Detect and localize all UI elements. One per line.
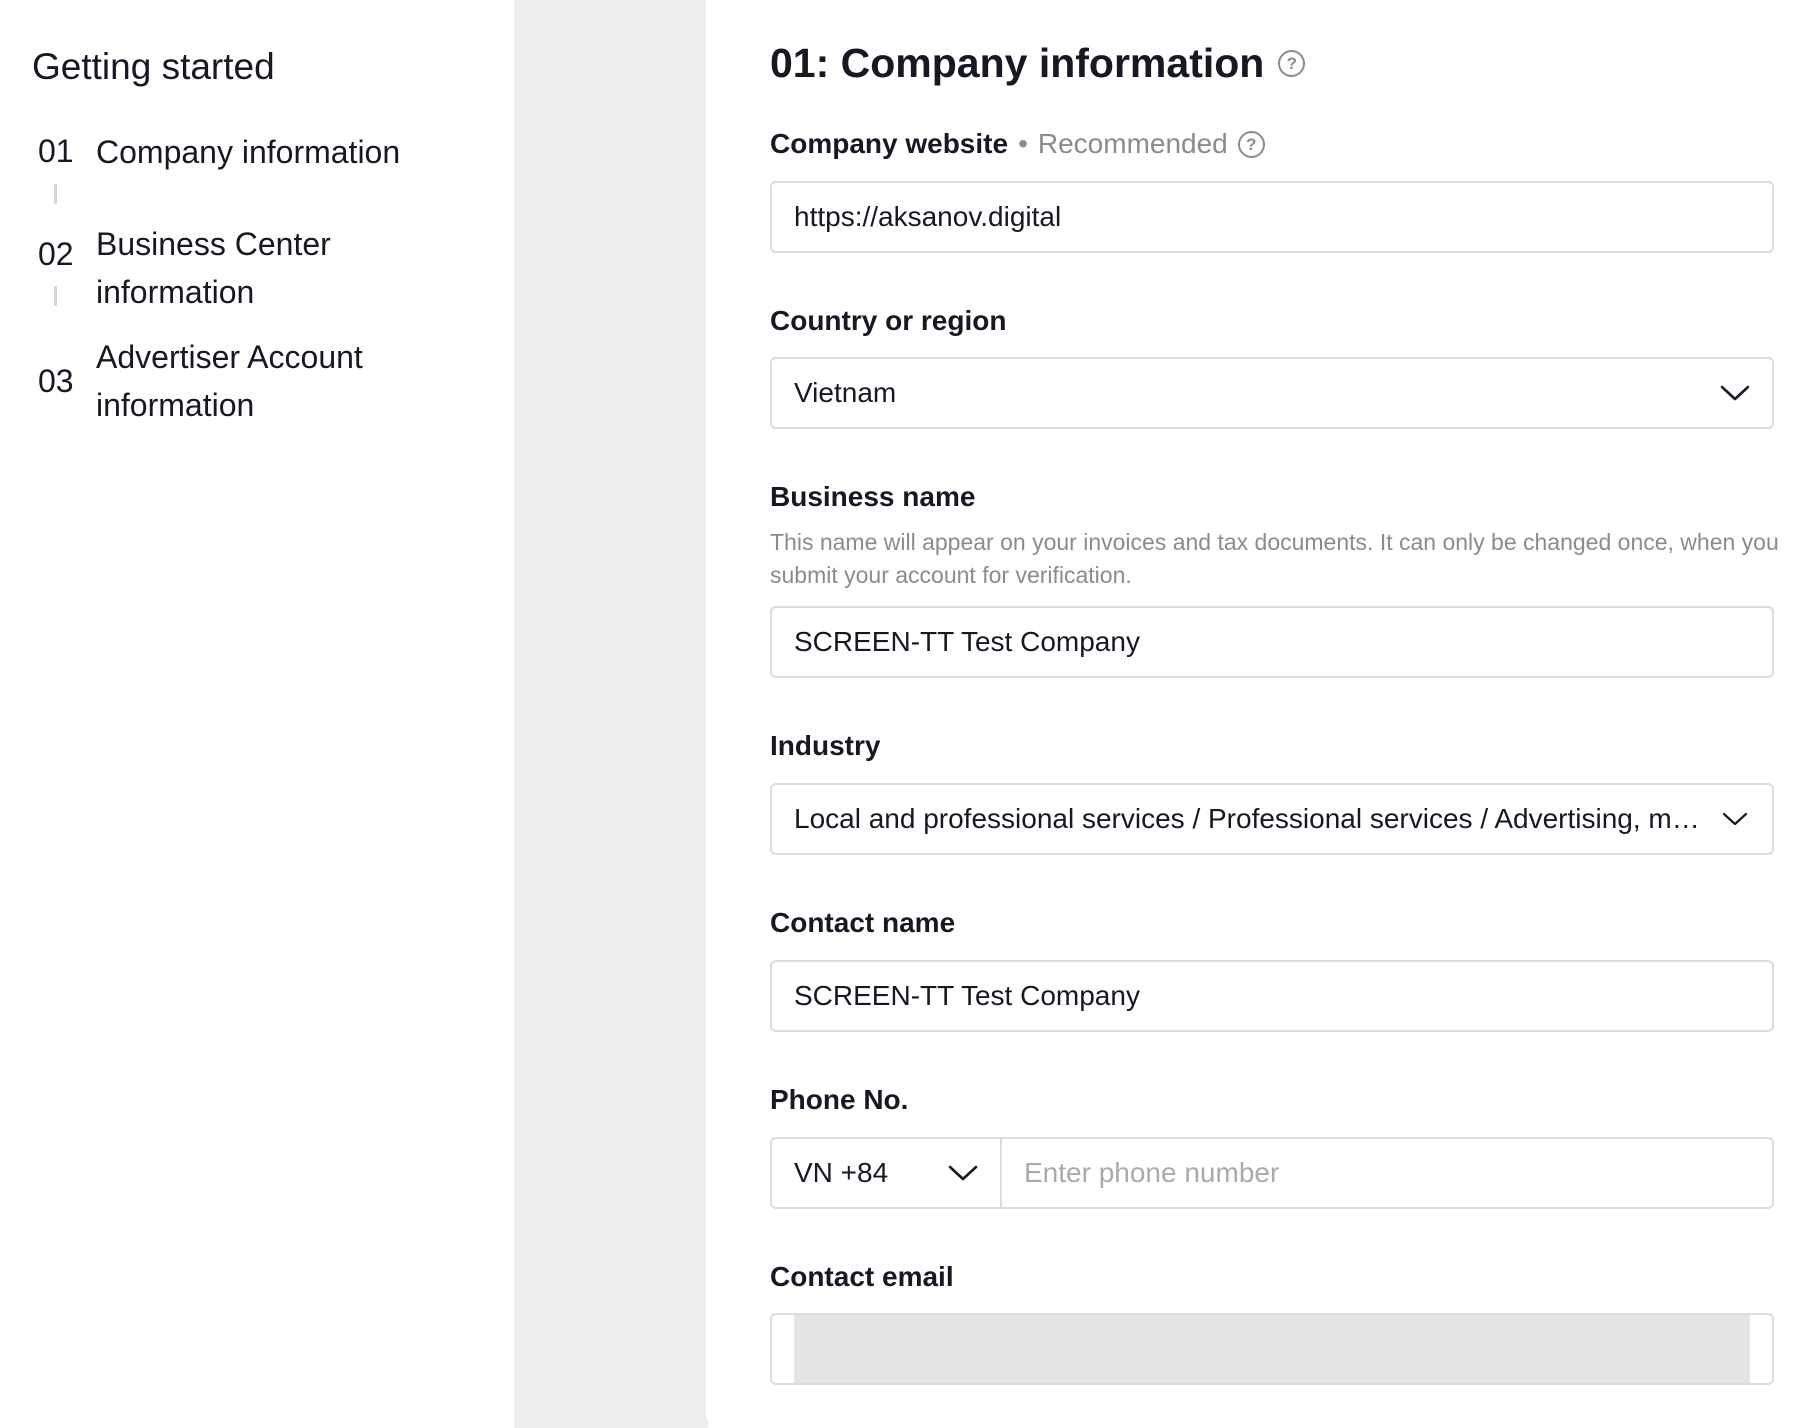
sidebar-title: Getting started [32, 46, 275, 87]
company-information-form: 01: Company information ? Company websit… [706, 0, 1820, 1428]
country-code-value: VN +84 [794, 1157, 889, 1188]
contact-email-label-text: Contact email [770, 1261, 954, 1292]
step-number: 01 [38, 133, 74, 169]
recommended-tag: Recommended [1037, 128, 1228, 159]
step-label: Advertiser Account information [96, 339, 363, 423]
page-title-text: 01: Company information [770, 40, 1265, 86]
contact-name-label-text: Contact name [770, 907, 956, 938]
phone-number-input[interactable] [1002, 1139, 1772, 1207]
business-name-input[interactable]: SCREEN-TT Test Company [770, 606, 1774, 678]
contact-name-label: Contact name [770, 907, 955, 939]
step-connector [54, 286, 57, 306]
step-connector [54, 184, 57, 204]
phone-field: VN +84 [770, 1137, 1774, 1209]
company-website-value: https://aksanov.digital [794, 201, 1062, 232]
industry-label-text: Industry [770, 730, 881, 761]
contact-name-value: SCREEN-TT Test Company [794, 980, 1140, 1011]
step-label: Business Center information [96, 226, 331, 310]
company-website-label: Company website • Recommended ? [770, 128, 1265, 160]
business-name-label-text: Business name [770, 481, 976, 512]
step-number: 03 [38, 363, 74, 399]
page: Getting started 01 Company information 0… [0, 0, 1820, 1428]
contact-name-input[interactable]: SCREEN-TT Test Company [770, 960, 1774, 1032]
step-number: 02 [38, 236, 74, 272]
country-select[interactable]: Vietnam [770, 357, 1774, 429]
sidebar: Getting started 01 Company information 0… [0, 0, 514, 1428]
company-website-label-text: Company website [770, 128, 1009, 159]
industry-label: Industry [770, 730, 880, 762]
contact-email-input[interactable] [770, 1313, 1774, 1385]
company-website-input[interactable]: https://aksanov.digital [770, 181, 1774, 253]
industry-value: Local and professional services / Profes… [794, 803, 1702, 834]
help-circle-icon[interactable]: ? [1278, 50, 1306, 77]
country-label-text: Country or region [770, 305, 1007, 336]
business-name-label: Business name [770, 481, 975, 513]
phone-label-text: Phone No. [770, 1084, 909, 1115]
step-label: Company information [96, 134, 401, 170]
chevron-down-icon [948, 1165, 978, 1181]
country-value: Vietnam [794, 377, 897, 408]
chevron-down-icon [1720, 385, 1750, 401]
business-name-help: This name will appear on your invoices a… [770, 529, 1779, 588]
country-label: Country or region [770, 305, 1006, 337]
industry-select[interactable]: Local and professional services / Profes… [770, 783, 1774, 855]
contact-email-label: Contact email [770, 1261, 954, 1293]
business-name-value: SCREEN-TT Test Company [794, 626, 1140, 657]
background-gutter [514, 0, 708, 1428]
country-code-select[interactable]: VN +84 [772, 1139, 1002, 1207]
label-separator: • [1018, 128, 1028, 159]
help-circle-icon[interactable]: ? [1237, 130, 1265, 158]
chevron-down-icon [1722, 812, 1748, 826]
phone-label: Phone No. [770, 1084, 908, 1116]
redacted-email-value [794, 1315, 1750, 1383]
page-title: 01: Company information ? [770, 40, 1306, 87]
